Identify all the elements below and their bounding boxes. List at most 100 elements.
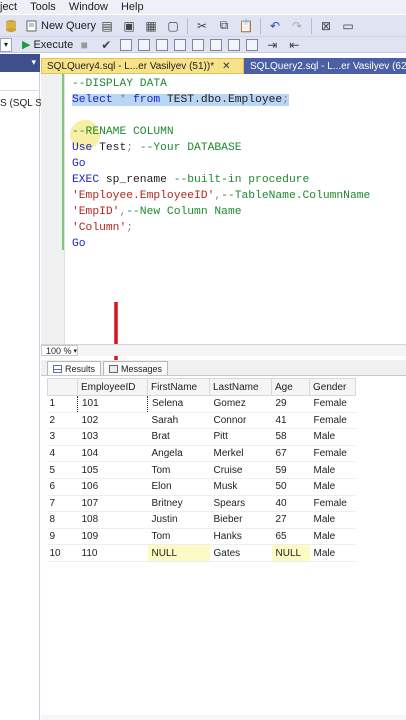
grid-cell[interactable]: Elon (147, 478, 210, 496)
grid-cell[interactable]: 41 (271, 412, 310, 430)
grid-cell[interactable]: 27 (271, 511, 310, 529)
grid-cell[interactable]: NULL (271, 544, 310, 562)
table-row[interactable]: 3 103 Brat Pitt 58 Male (47, 428, 356, 446)
column-header-firstname[interactable]: FirstName (147, 378, 210, 396)
zoom-dropdown[interactable]: 100 % ▾ (41, 345, 79, 356)
grid-cell[interactable]: 109 (77, 528, 148, 546)
table-row[interactable]: 5 105 Tom Cruise 59 Male (47, 461, 356, 479)
grid-cell[interactable]: 106 (77, 478, 148, 496)
results-to-file-icon[interactable] (210, 38, 223, 51)
grid-cell[interactable]: 104 (77, 445, 148, 463)
grid-cell[interactable]: NULL (147, 544, 210, 562)
table-row[interactable]: 6 106 Elon Musk 50 Male (47, 478, 356, 496)
grid-cell[interactable]: Male (309, 461, 356, 479)
grid-cell[interactable]: Sarah (147, 412, 210, 430)
grid-cell[interactable]: Musk (209, 478, 272, 496)
menu-item-project[interactable]: ject (0, 1, 24, 13)
table-row[interactable]: 2 102 Sarah Connor 41 Female (47, 412, 356, 430)
redo-icon[interactable]: ↷ (289, 18, 305, 34)
table-row[interactable]: 8 108 Justin Bieber 27 Male (47, 511, 356, 529)
grid-cell[interactable]: Brat (147, 428, 210, 446)
save-icon[interactable]: ▣ (121, 18, 137, 34)
table-row[interactable]: 9 109 Tom Hanks 65 Male (47, 528, 356, 546)
parse-check-icon[interactable]: ✔ (98, 37, 114, 53)
intellisense-icon[interactable] (156, 38, 169, 51)
grid-cell[interactable]: Gomez (209, 395, 272, 413)
grid-cell[interactable]: Hanks (209, 528, 272, 546)
close-icon[interactable]: ✕ (222, 61, 230, 72)
execute-button[interactable]: ▶ Execute (22, 38, 73, 52)
include-plan-icon[interactable] (174, 38, 187, 51)
open-file-icon[interactable]: ▤ (99, 18, 115, 34)
grid-cell[interactable]: Merkel (209, 445, 272, 463)
activity-monitor-icon[interactable]: ⊠ (318, 18, 334, 34)
menu-item-tools[interactable]: Tools (24, 1, 63, 13)
uncomment-icon[interactable] (246, 38, 259, 51)
grid-cell[interactable]: Male (309, 511, 356, 529)
grid-cell[interactable]: Justin (147, 511, 210, 529)
editor-splitter[interactable]: 100 % ▾ (41, 344, 406, 356)
tab-messages[interactable]: Messages (103, 361, 169, 375)
pin-icon[interactable]: ▾ (31, 57, 36, 68)
grid-cell[interactable]: 59 (271, 461, 310, 479)
tab-sqlquery2[interactable]: SQLQuery2.sql - L...er Vasilyev (62 (244, 58, 406, 74)
grid-cell[interactable]: 67 (271, 445, 310, 463)
grid-cell[interactable]: 110 (77, 544, 148, 562)
tab-sqlquery4[interactable]: SQLQuery4.sql - L...er Vasilyev (51))* ✕ (41, 58, 244, 74)
grid-cell[interactable]: Male (309, 478, 356, 496)
grid-cell[interactable]: 58 (271, 428, 310, 446)
grid-cell[interactable]: 105 (77, 461, 148, 479)
grid-cell[interactable]: Female (309, 495, 356, 513)
grid-cell[interactable]: 101 (77, 395, 148, 413)
grid-cell[interactable]: Male (309, 544, 356, 562)
column-header-employeeid[interactable]: EmployeeID (77, 378, 148, 396)
display-plan-icon[interactable] (120, 38, 133, 51)
table-row[interactable]: 10 110 NULL Gates NULL Male (47, 544, 356, 562)
specify-values-icon[interactable]: ⇤ (286, 37, 302, 53)
copy-icon[interactable]: ⧉ (216, 18, 232, 34)
comment-icon[interactable] (228, 38, 241, 51)
grid-cell[interactable]: Cruise (209, 461, 272, 479)
new-item-icon[interactable]: ▢ (165, 18, 181, 34)
table-row[interactable]: 7 107 Britney Spears 40 Female (47, 495, 356, 513)
undo-icon[interactable]: ↶ (267, 18, 283, 34)
grid-cell[interactable]: Male (309, 428, 356, 446)
query-options-icon[interactable] (138, 38, 151, 51)
column-header-lastname[interactable]: LastName (209, 378, 272, 396)
grid-cell[interactable]: Bieber (209, 511, 272, 529)
grid-cell[interactable]: Gates (209, 544, 272, 562)
database-dropdown[interactable]: ▾ (0, 37, 12, 52)
grid-cell[interactable]: 65 (271, 528, 310, 546)
menu-item-window[interactable]: Window (63, 1, 115, 13)
column-header-age[interactable]: Age (271, 378, 310, 396)
grid-cell[interactable]: Tom (147, 461, 210, 479)
stop-icon[interactable]: ■ (76, 37, 92, 53)
grid-cell[interactable]: 108 (77, 511, 148, 529)
column-header-gender[interactable]: Gender (309, 378, 356, 396)
grid-cell[interactable]: Female (309, 412, 356, 430)
new-query-button[interactable]: New Query (26, 20, 96, 32)
tab-results[interactable]: Results (47, 361, 102, 375)
grid-cell[interactable]: Britney (147, 495, 210, 513)
grid-cell[interactable]: 107 (77, 495, 148, 513)
server-node-label[interactable]: S (SQL S (0, 98, 42, 109)
database-icon[interactable] (3, 18, 19, 34)
grid-cell[interactable]: 29 (271, 395, 310, 413)
grid-cell[interactable]: Connor (209, 412, 272, 430)
grid-cell[interactable]: Male (309, 528, 356, 546)
grid-cell[interactable]: 102 (77, 412, 148, 430)
cut-icon[interactable]: ✂ (194, 18, 210, 34)
grid-cell[interactable]: Tom (147, 528, 210, 546)
grid-cell[interactable]: 40 (271, 495, 310, 513)
grid-cell[interactable]: 103 (77, 428, 148, 446)
grid-cell[interactable]: Female (309, 395, 356, 413)
grid-cell[interactable]: Pitt (209, 428, 272, 446)
menu-item-help[interactable]: Help (115, 1, 151, 13)
grid-cell[interactable]: Angela (147, 445, 210, 463)
properties-icon[interactable]: ▭ (340, 18, 356, 34)
results-to-grid-icon[interactable] (192, 38, 205, 51)
table-row[interactable]: 4 104 Angela Merkel 67 Female (47, 445, 356, 463)
grid-cell[interactable]: Selena (147, 395, 210, 413)
save-all-icon[interactable]: ▦ (143, 18, 159, 34)
table-row[interactable]: 1 101 Selena Gomez 29 Female (47, 395, 356, 413)
